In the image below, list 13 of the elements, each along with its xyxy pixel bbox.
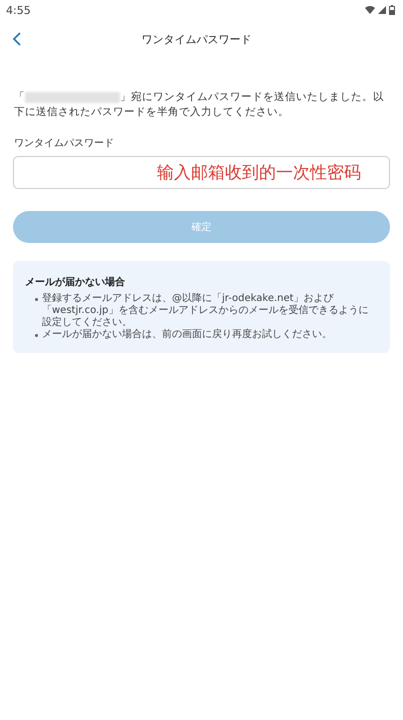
wifi-icon bbox=[365, 6, 375, 14]
page-title: ワンタイムパスワード bbox=[140, 32, 252, 46]
status-time: 4:55 bbox=[6, 4, 31, 16]
bullet-icon bbox=[35, 298, 38, 301]
battery-icon bbox=[389, 5, 395, 15]
signal-icon bbox=[378, 6, 386, 14]
sent-message: 「 」宛にワンタイムパスワードを送信いたしました。以下に送信されたパスワードを半角で入力してください。 bbox=[14, 90, 385, 120]
field-label: ワンタイムパスワード bbox=[14, 137, 115, 150]
note-text: メールが届かない場合は、前の画面に戻り再度お試しください。 bbox=[42, 329, 332, 341]
notes-title: メールが届かない場合 bbox=[25, 276, 126, 289]
bullet-icon bbox=[35, 334, 38, 337]
note-text: 登録するメールアドレスは、@以降に「jr-odekake.net」および「westjr.co.jp」を含むメールアドレスからのメールを受信できるように設定してください。 bbox=[42, 293, 370, 328]
password-field[interactable]: 输入邮箱收到的一次性密码 bbox=[13, 156, 390, 189]
